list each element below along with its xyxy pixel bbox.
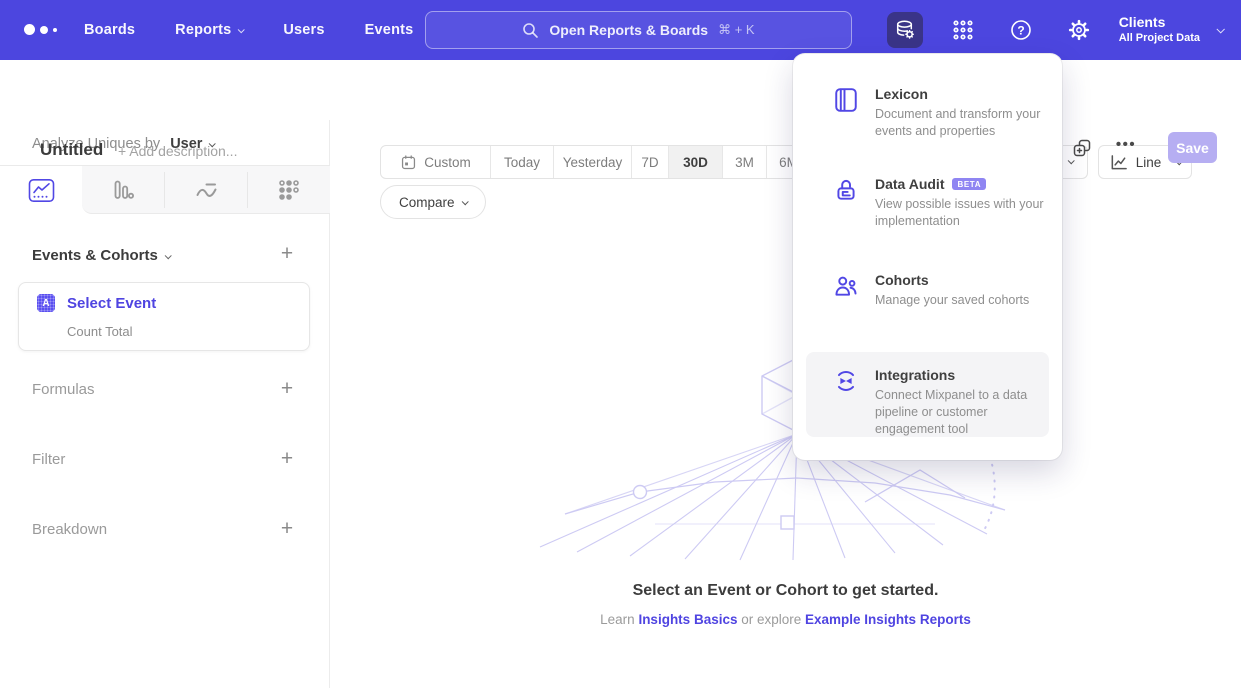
apps-grid-icon [952,19,974,41]
apps-grid-button[interactable] [945,12,981,48]
nav-item-events[interactable]: Events [365,22,414,38]
nav-item-reports[interactable]: Reports [175,22,243,38]
events-cohorts-header[interactable]: Events & Cohorts [32,247,170,264]
breakdown-section-label: Breakdown [32,521,107,538]
example-insights-reports-link[interactable]: Example Insights Reports [805,612,971,627]
select-event-label[interactable]: Select Event [67,295,156,312]
beta-badge: BETA [952,178,986,190]
duplicate-icon [1072,138,1092,158]
date-range-yesterday[interactable]: Yesterday [554,146,632,178]
calendar-icon [400,154,417,171]
date-range-7d[interactable]: 7D [632,146,669,178]
chevron-down-icon [238,26,245,33]
main-content: Custom Today Yesterday 7D 30D 3M 6M Comp… [330,120,1241,688]
menu-item-cohorts[interactable]: Cohorts Manage your saved cohorts [793,272,1062,309]
global-search-input[interactable]: Open Reports & Boards ⌘ + K [425,11,852,49]
formulas-section-label: Formulas [32,381,95,398]
date-range-custom[interactable]: Custom [381,146,491,178]
data-audit-lock-icon [833,177,859,203]
query-sidebar: Analyze Uniques by User [0,120,330,688]
add-event-button[interactable]: + [276,243,298,265]
gear-icon [1067,18,1091,42]
more-options-button[interactable]: ••• [1112,136,1140,153]
add-formula-button[interactable]: + [276,378,298,400]
count-total-label[interactable]: Count Total [67,324,133,339]
filter-section-label: Filter [32,451,65,468]
menu-item-description: View possible issues with your implement… [875,196,1053,230]
compare-label: Compare [399,195,455,210]
events-cohorts-label: Events & Cohorts [32,247,158,264]
empty-state-subtext: Learn Insights Basics or explore Example… [330,612,1241,627]
menu-item-description: Manage your saved cohorts [875,292,1053,309]
menu-item-lexicon[interactable]: Lexicon Document and transform your even… [793,86,1062,140]
tab-insights-line[interactable] [0,166,82,214]
chevron-down-icon [1216,25,1224,33]
data-audit-label: Data Audit [875,176,944,192]
tab-bar-chart[interactable] [82,166,164,214]
report-title[interactable]: Untitled [40,140,103,160]
nav-links: Boards Reports Users Events [84,0,413,60]
line-chart-icon [1109,153,1128,172]
menu-item-data-audit[interactable]: Data Audit BETA View possible issues with… [793,176,1062,230]
bar-chart-tab-icon [111,178,135,202]
search-placeholder: Open Reports & Boards [549,22,708,38]
project-scope: All Project Data [1119,32,1200,46]
data-management-button[interactable] [887,12,923,48]
search-icon [522,22,539,39]
menu-item-description: Connect Mixpanel to a data pipeline or c… [875,387,1049,438]
flow-chart-tab-icon [194,178,219,202]
add-description-field[interactable]: + Add description... [118,143,237,159]
help-button[interactable]: ? [1003,12,1039,48]
menu-item-integrations[interactable]: Integrations Connect Mixpanel to a data … [806,352,1049,437]
top-navbar: Boards Reports Users Events Open Reports… [0,0,1241,60]
lexicon-book-icon [833,87,859,113]
save-button[interactable]: Save [1168,132,1217,163]
database-gear-icon [893,18,917,42]
duplicate-report-button[interactable] [1072,138,1092,163]
mixpanel-insights-app: Boards Reports Users Events Open Reports… [0,0,1241,688]
project-name: Clients [1119,14,1200,32]
menu-item-description: Document and transform your events and p… [875,106,1053,140]
dot-grid-tab-icon [277,178,301,202]
project-selector[interactable]: Clients All Project Data [1119,14,1223,45]
add-breakdown-button[interactable]: + [276,518,298,540]
date-range-3m[interactable]: 3M [723,146,767,178]
menu-item-title: Cohorts [875,272,1053,288]
chevron-down-icon [165,252,172,259]
insights-basics-link[interactable]: Insights Basics [638,612,737,627]
compare-button[interactable]: Compare [380,185,486,219]
tab-retention-grid[interactable] [248,166,330,214]
navbar-right-cluster: ? Clients All Project Data [887,0,1223,60]
visualization-tabs [0,165,330,213]
add-filter-button[interactable]: + [276,448,298,470]
chart-type-label: Line [1136,155,1162,170]
integrations-sync-icon [833,368,859,394]
help-icon: ? [1009,18,1033,42]
menu-item-title: Data Audit BETA [875,176,1053,192]
empty-state-middle: or explore [737,612,805,627]
nav-item-boards[interactable]: Boards [84,22,135,38]
date-range-custom-label: Custom [424,155,471,170]
svg-text:?: ? [1017,23,1024,37]
date-range-30d-selected[interactable]: 30D [669,146,723,178]
menu-item-integrations-row: Integrations Connect Mixpanel to a data … [806,367,1049,438]
nav-item-reports-label: Reports [175,22,231,38]
settings-button[interactable] [1061,12,1097,48]
menu-item-title: Lexicon [875,86,1053,102]
menu-item-title: Integrations [875,367,1049,383]
event-card[interactable]: A Select Event Count Total [18,282,310,351]
line-chart-tab-icon [28,178,55,203]
nav-item-users[interactable]: Users [283,22,324,38]
empty-state-heading: Select an Event or Cohort to get started… [330,582,1241,600]
empty-state-prefix: Learn [600,612,638,627]
search-shortcut: ⌘ + K [718,22,755,38]
date-range-today[interactable]: Today [491,146,554,178]
event-letter-badge: A [37,294,55,312]
mixpanel-logo-icon[interactable] [24,24,57,35]
chevron-down-icon [461,198,468,205]
cohorts-people-icon [833,273,859,299]
tab-flow-chart[interactable] [165,166,247,214]
data-management-menu: Lexicon Document and transform your even… [793,54,1062,460]
